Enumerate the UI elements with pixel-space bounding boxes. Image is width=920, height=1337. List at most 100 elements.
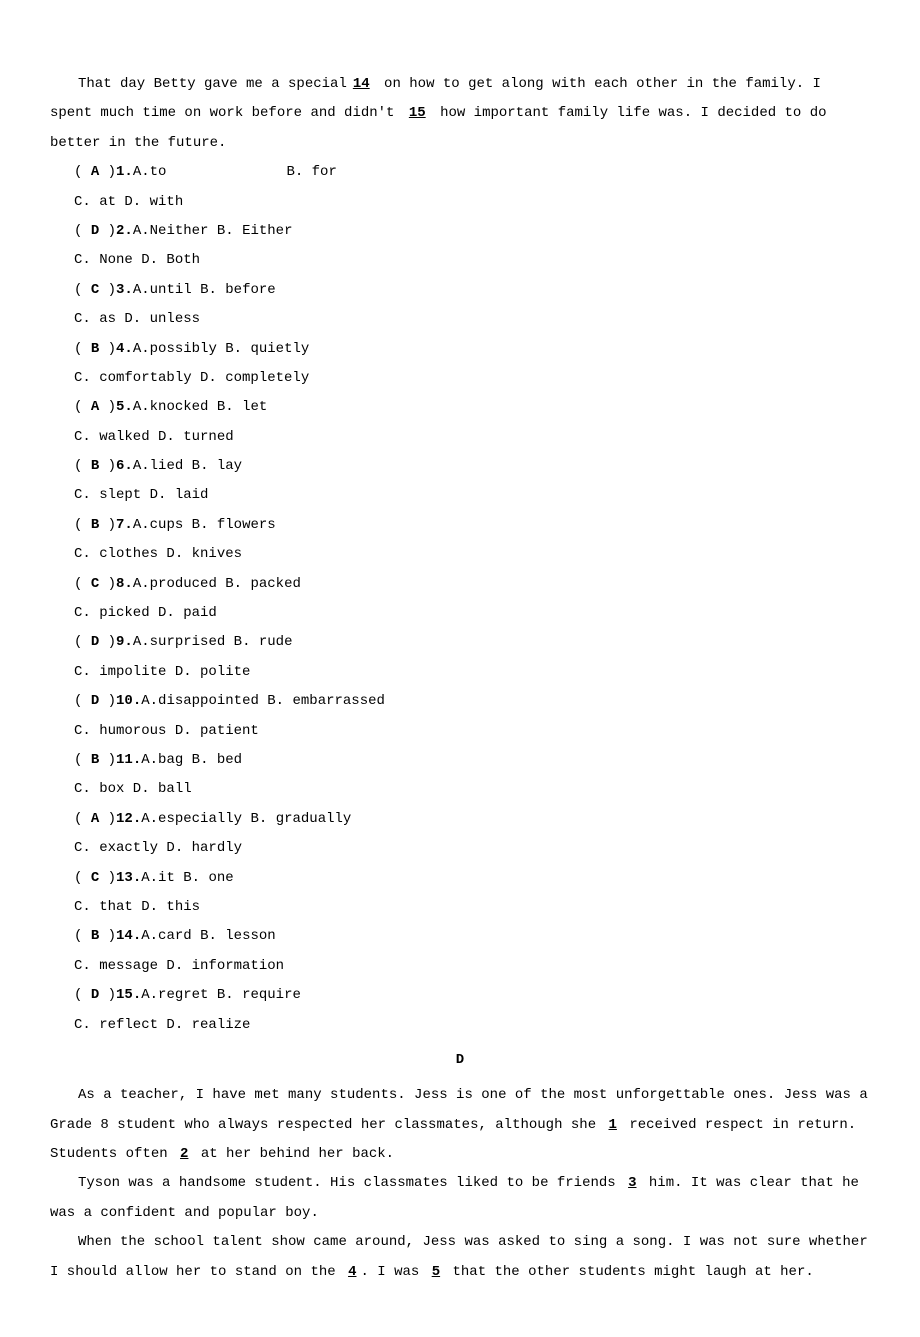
text: That day Betty gave me a special bbox=[78, 76, 347, 92]
answer-letter: B bbox=[91, 341, 99, 357]
answer-letter: D bbox=[91, 693, 99, 709]
option-a: A.knocked bbox=[133, 399, 209, 415]
answer-letter: C bbox=[91, 870, 99, 886]
blank-d4: 4 bbox=[344, 1264, 360, 1280]
blank-d1: 1 bbox=[605, 1117, 621, 1133]
answer-letter: B bbox=[91, 752, 99, 768]
answer-letter: A bbox=[91, 399, 99, 415]
option-a: A.to bbox=[133, 164, 167, 180]
option-cd: C. None D. Both bbox=[74, 252, 200, 268]
text: Tyson was a handsome student. His classm… bbox=[78, 1175, 624, 1191]
question-row-cd: C. impolite D. polite bbox=[74, 658, 870, 687]
answer-letter: D bbox=[91, 223, 99, 239]
option-a: A.card bbox=[141, 928, 191, 944]
section-d-para3: When the school talent show came around,… bbox=[50, 1228, 870, 1287]
answer-letter: D bbox=[91, 634, 99, 650]
option-a: A.cups bbox=[133, 517, 183, 533]
option-cd: C. message D. information bbox=[74, 958, 284, 974]
question-row: ( D )9.A.surprised B. rude bbox=[74, 628, 870, 657]
question-row: ( A )12.A.especially B. gradually bbox=[74, 805, 870, 834]
question-row: ( B )11.A.bag B. bed bbox=[74, 746, 870, 775]
answer-letter: C bbox=[91, 576, 99, 592]
question-number: 11. bbox=[116, 752, 141, 768]
option-b: B. require bbox=[217, 987, 301, 1003]
option-cd: C. humorous D. patient bbox=[74, 723, 259, 739]
answer-letter: D bbox=[91, 987, 99, 1003]
answer-letter: C bbox=[91, 282, 99, 298]
question-number: 6. bbox=[116, 458, 133, 474]
option-b: B. packed bbox=[225, 576, 301, 592]
question-number: 4. bbox=[116, 341, 133, 357]
question-row-cd: C. exactly D. hardly bbox=[74, 834, 870, 863]
option-b: B. quietly bbox=[225, 341, 309, 357]
question-row-cd: C. box D. ball bbox=[74, 775, 870, 804]
question-row: ( B )7.A.cups B. flowers bbox=[74, 511, 870, 540]
answer-letter: B bbox=[91, 458, 99, 474]
question-row-cd: C. at D. with bbox=[74, 188, 870, 217]
question-row-cd: C. slept D. laid bbox=[74, 481, 870, 510]
question-row-cd: C. comfortably D. completely bbox=[74, 364, 870, 393]
question-row-cd: C. as D. unless bbox=[74, 305, 870, 334]
option-b: B. for bbox=[286, 164, 336, 180]
option-b: B. before bbox=[200, 282, 276, 298]
section-d-para2: Tyson was a handsome student. His classm… bbox=[50, 1169, 870, 1228]
question-row: ( D )2.A.Neither B. Either bbox=[74, 217, 870, 246]
section-d-para1: As a teacher, I have met many students. … bbox=[50, 1081, 870, 1169]
option-a: A.produced bbox=[133, 576, 217, 592]
question-row: ( B )4.A.possibly B. quietly bbox=[74, 335, 870, 364]
option-cd: C. clothes D. knives bbox=[74, 546, 242, 562]
answer-letter: A bbox=[91, 811, 99, 827]
option-a: A.surprised bbox=[133, 634, 225, 650]
question-number: 14. bbox=[116, 928, 141, 944]
question-row-cd: C. that D. this bbox=[74, 893, 870, 922]
question-row: ( B )6.A.lied B. lay bbox=[74, 452, 870, 481]
option-b: B. Either bbox=[217, 223, 293, 239]
option-cd: C. as D. unless bbox=[74, 311, 200, 327]
option-cd: C. slept D. laid bbox=[74, 487, 208, 503]
question-number: 2. bbox=[116, 223, 133, 239]
option-cd: C. at D. with bbox=[74, 194, 183, 210]
option-cd: C. that D. this bbox=[74, 899, 200, 915]
option-b: B. lay bbox=[192, 458, 242, 474]
question-row-cd: C. reflect D. realize bbox=[74, 1011, 870, 1040]
option-cd: C. reflect D. realize bbox=[74, 1017, 250, 1033]
option-a: A.disappointed bbox=[141, 693, 259, 709]
question-row-cd: C. clothes D. knives bbox=[74, 540, 870, 569]
text: . I was bbox=[360, 1264, 427, 1280]
option-cd: C. box D. ball bbox=[74, 781, 192, 797]
question-number: 15. bbox=[116, 987, 141, 1003]
option-a: A.especially bbox=[141, 811, 242, 827]
question-row-cd: C. picked D. paid bbox=[74, 599, 870, 628]
question-row-cd: C. message D. information bbox=[74, 952, 870, 981]
option-cd: C. exactly D. hardly bbox=[74, 840, 242, 856]
option-a: A.Neither bbox=[133, 223, 209, 239]
blank-d5: 5 bbox=[428, 1264, 444, 1280]
section-d-header: D bbox=[50, 1046, 870, 1075]
blank-15: 15 bbox=[403, 105, 432, 121]
question-row: ( D )10.A.disappointed B. embarrassed bbox=[74, 687, 870, 716]
blank-14: 14 bbox=[347, 76, 376, 92]
option-a: A.lied bbox=[133, 458, 183, 474]
blank-d3: 3 bbox=[624, 1175, 640, 1191]
option-cd: C. comfortably D. completely bbox=[74, 370, 309, 386]
text: that the other students might laugh at h… bbox=[453, 1264, 814, 1280]
question-row: ( C )3.A.until B. before bbox=[74, 276, 870, 305]
option-b: B. flowers bbox=[192, 517, 276, 533]
question-number: 10. bbox=[116, 693, 141, 709]
answer-letter: B bbox=[91, 517, 99, 533]
question-row: ( A )1.A.toB. for bbox=[74, 158, 870, 187]
question-number: 7. bbox=[116, 517, 133, 533]
option-b: B. lesson bbox=[200, 928, 276, 944]
question-number: 9. bbox=[116, 634, 133, 650]
option-b: B. embarrassed bbox=[267, 693, 385, 709]
question-row-cd: C. humorous D. patient bbox=[74, 717, 870, 746]
option-a: A.possibly bbox=[133, 341, 217, 357]
question-number: 3. bbox=[116, 282, 133, 298]
question-number: 13. bbox=[116, 870, 141, 886]
option-cd: C. impolite D. polite bbox=[74, 664, 250, 680]
question-number: 8. bbox=[116, 576, 133, 592]
question-row: ( D )15.A.regret B. require bbox=[74, 981, 870, 1010]
question-number: 5. bbox=[116, 399, 133, 415]
option-cd: C. walked D. turned bbox=[74, 429, 234, 445]
option-b: B. let bbox=[217, 399, 267, 415]
